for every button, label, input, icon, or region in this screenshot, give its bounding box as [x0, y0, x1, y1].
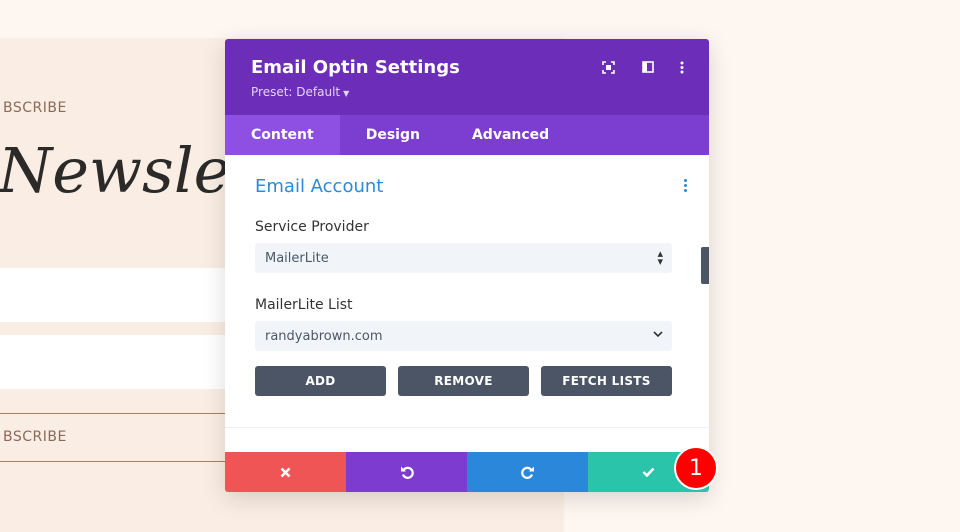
subscribe-button-label[interactable]: BSCRIBE: [3, 429, 67, 445]
tab-design[interactable]: Design: [340, 115, 446, 155]
email-input[interactable]: [0, 335, 240, 389]
section-options-icon[interactable]: [684, 179, 688, 193]
mailerlite-list-select[interactable]: randyabrown.com: [255, 321, 672, 351]
preset-label: Preset: Default: [251, 85, 341, 99]
check-icon: [642, 467, 655, 477]
discard-button[interactable]: [225, 452, 346, 492]
section-title[interactable]: Email Account: [255, 176, 383, 197]
caret-down-icon: ▼: [343, 89, 350, 98]
decorative-line: [0, 461, 240, 462]
focus-icon[interactable]: [600, 59, 616, 75]
fetch-lists-button[interactable]: FETCH LISTS: [541, 366, 672, 396]
preset-dropdown[interactable]: Preset: Default ▼: [251, 85, 349, 99]
service-provider-select[interactable]: MailerLite ▴ ▾: [255, 243, 672, 273]
section-divider: [225, 427, 709, 428]
chevron-down-icon: [653, 331, 663, 339]
modal-body: Email Account Service Provider MailerLit…: [225, 155, 709, 452]
modal-title: Email Optin Settings: [251, 57, 460, 78]
subscribe-label: BSCRIBE: [3, 100, 67, 116]
scrollbar-thumb[interactable]: [701, 247, 709, 284]
modal-header[interactable]: Email Optin Settings Preset: Default ▼: [225, 39, 709, 115]
remove-button[interactable]: REMOVE: [398, 366, 529, 396]
redo-icon: [520, 466, 534, 479]
undo-button[interactable]: [346, 452, 467, 492]
step-number-badge: 1: [674, 446, 718, 490]
modal-footer: [225, 452, 709, 492]
service-provider-value: MailerLite: [265, 250, 329, 266]
close-icon: [280, 467, 291, 477]
mailerlite-list-value: randyabrown.com: [265, 328, 383, 344]
decorative-line: [0, 413, 240, 414]
add-button[interactable]: ADD: [255, 366, 386, 396]
mailerlite-list-label: MailerLite List: [255, 297, 353, 313]
more-options-icon[interactable]: [674, 59, 690, 75]
undo-icon: [400, 466, 414, 479]
tab-content[interactable]: Content: [225, 115, 340, 155]
sidebar-toggle-icon[interactable]: [640, 59, 656, 75]
sort-arrows-icon: ▴ ▾: [657, 247, 663, 268]
redo-button[interactable]: [467, 452, 588, 492]
tab-advanced[interactable]: Advanced: [446, 115, 575, 155]
settings-tabs: Content Design Advanced: [225, 115, 709, 155]
service-provider-label: Service Provider: [255, 219, 369, 235]
email-optin-settings-modal: Email Optin Settings Preset: Default ▼ Co…: [225, 39, 709, 492]
name-input[interactable]: [0, 268, 240, 322]
